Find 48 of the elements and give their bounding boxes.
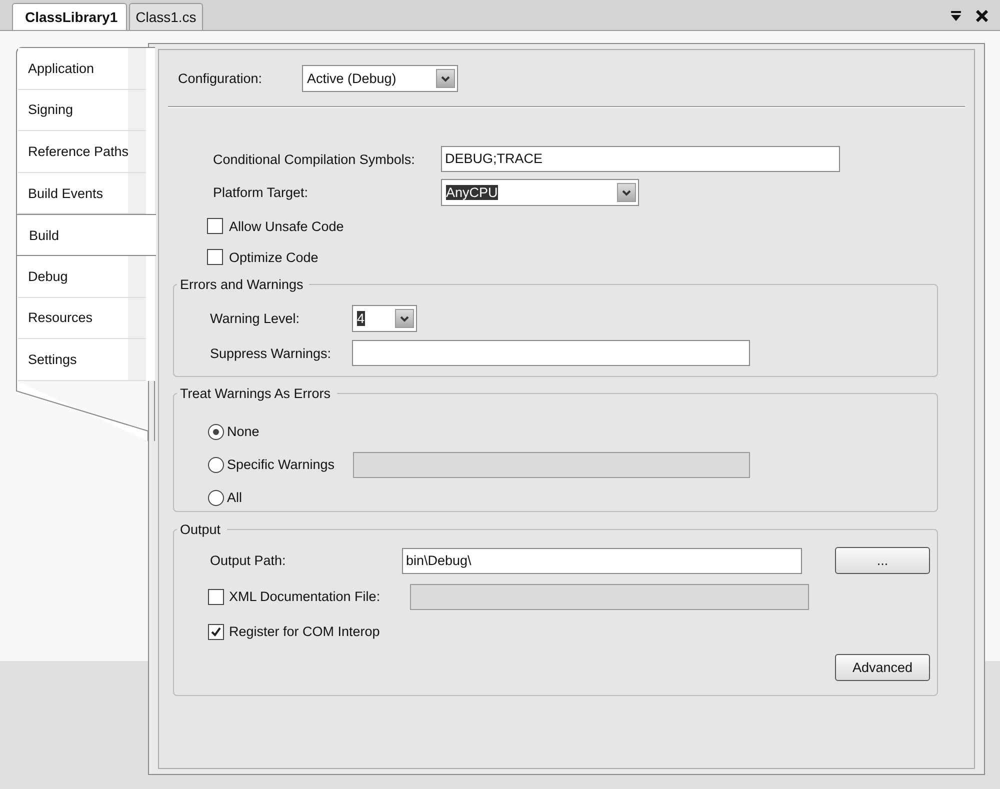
- checkbox-label: Optimize Code: [229, 250, 318, 264]
- sidebar-tab[interactable]: Debug: [18, 256, 146, 298]
- documentation-file-field[interactable]: [410, 584, 809, 610]
- sidebar-tab[interactable]: Settings: [18, 339, 146, 381]
- configuration-dropdown[interactable]: Active (Debug): [302, 65, 458, 92]
- sidebar-tab[interactable]: Resources: [18, 298, 146, 340]
- chevron-icon: [441, 76, 450, 82]
- dropdown-icon[interactable]: [950, 10, 962, 22]
- radio-button[interactable]: [208, 424, 224, 440]
- checkbox[interactable]: [208, 624, 224, 640]
- radio-button[interactable]: [208, 490, 224, 506]
- field-label: Output Path:: [210, 553, 287, 568]
- specific-warnings-field[interactable]: [353, 452, 750, 478]
- sidebar-tab[interactable]: Build Events: [18, 172, 146, 214]
- close-icon[interactable]: [976, 10, 988, 22]
- chevron-icon: [400, 316, 409, 322]
- warning-level-dropdown[interactable]: 4: [352, 305, 417, 332]
- group-title: Treat Warnings As Errors: [179, 386, 332, 401]
- group-title: Output: [179, 522, 222, 537]
- sidebar-tab[interactable]: Application: [18, 48, 146, 90]
- sidebar-tab[interactable]: Signing: [18, 90, 146, 132]
- platform-dropdown[interactable]: AnyCPU: [441, 179, 639, 206]
- checkbox[interactable]: [208, 588, 224, 604]
- checkbox-label: XML Documentation File:: [229, 589, 382, 604]
- document-tab[interactable]: Class1.cs: [128, 3, 204, 30]
- radio-button[interactable]: [208, 456, 224, 472]
- field-label: Warning Level:: [210, 311, 301, 326]
- radio-label: Specific Warnings: [227, 457, 336, 472]
- radio-label: None: [227, 424, 260, 439]
- checkbox-label: Allow Unsafe Code: [229, 218, 344, 234]
- sidebar-tab[interactable]: Build: [16, 214, 156, 256]
- checkbox[interactable]: [207, 249, 223, 265]
- checkbox[interactable]: [207, 218, 223, 234]
- field-label: Configuration:: [178, 71, 264, 86]
- chevron-icon: [622, 190, 631, 196]
- radio-label: All: [227, 490, 244, 505]
- field-label: Suppress Warnings:: [210, 346, 332, 360]
- group-title: Errors and Warnings: [179, 277, 304, 292]
- field-label: Conditional Compilation Symbols:: [213, 152, 416, 166]
- document-tab[interactable]: ClassLibrary1: [12, 3, 127, 30]
- symbols-field[interactable]: DEBUG;TRACE: [441, 146, 840, 172]
- suppress-warnings-field[interactable]: [352, 340, 750, 366]
- advanced-button[interactable]: Advanced: [835, 654, 930, 681]
- checkbox-label: Register for COM Interop: [229, 624, 381, 639]
- output-path-field[interactable]: bin\Debug\: [402, 548, 802, 574]
- sidebar-tab[interactable]: Reference Paths: [18, 131, 146, 173]
- field-label: Platform Target:: [213, 185, 310, 200]
- browse-button[interactable]: ...: [835, 547, 930, 574]
